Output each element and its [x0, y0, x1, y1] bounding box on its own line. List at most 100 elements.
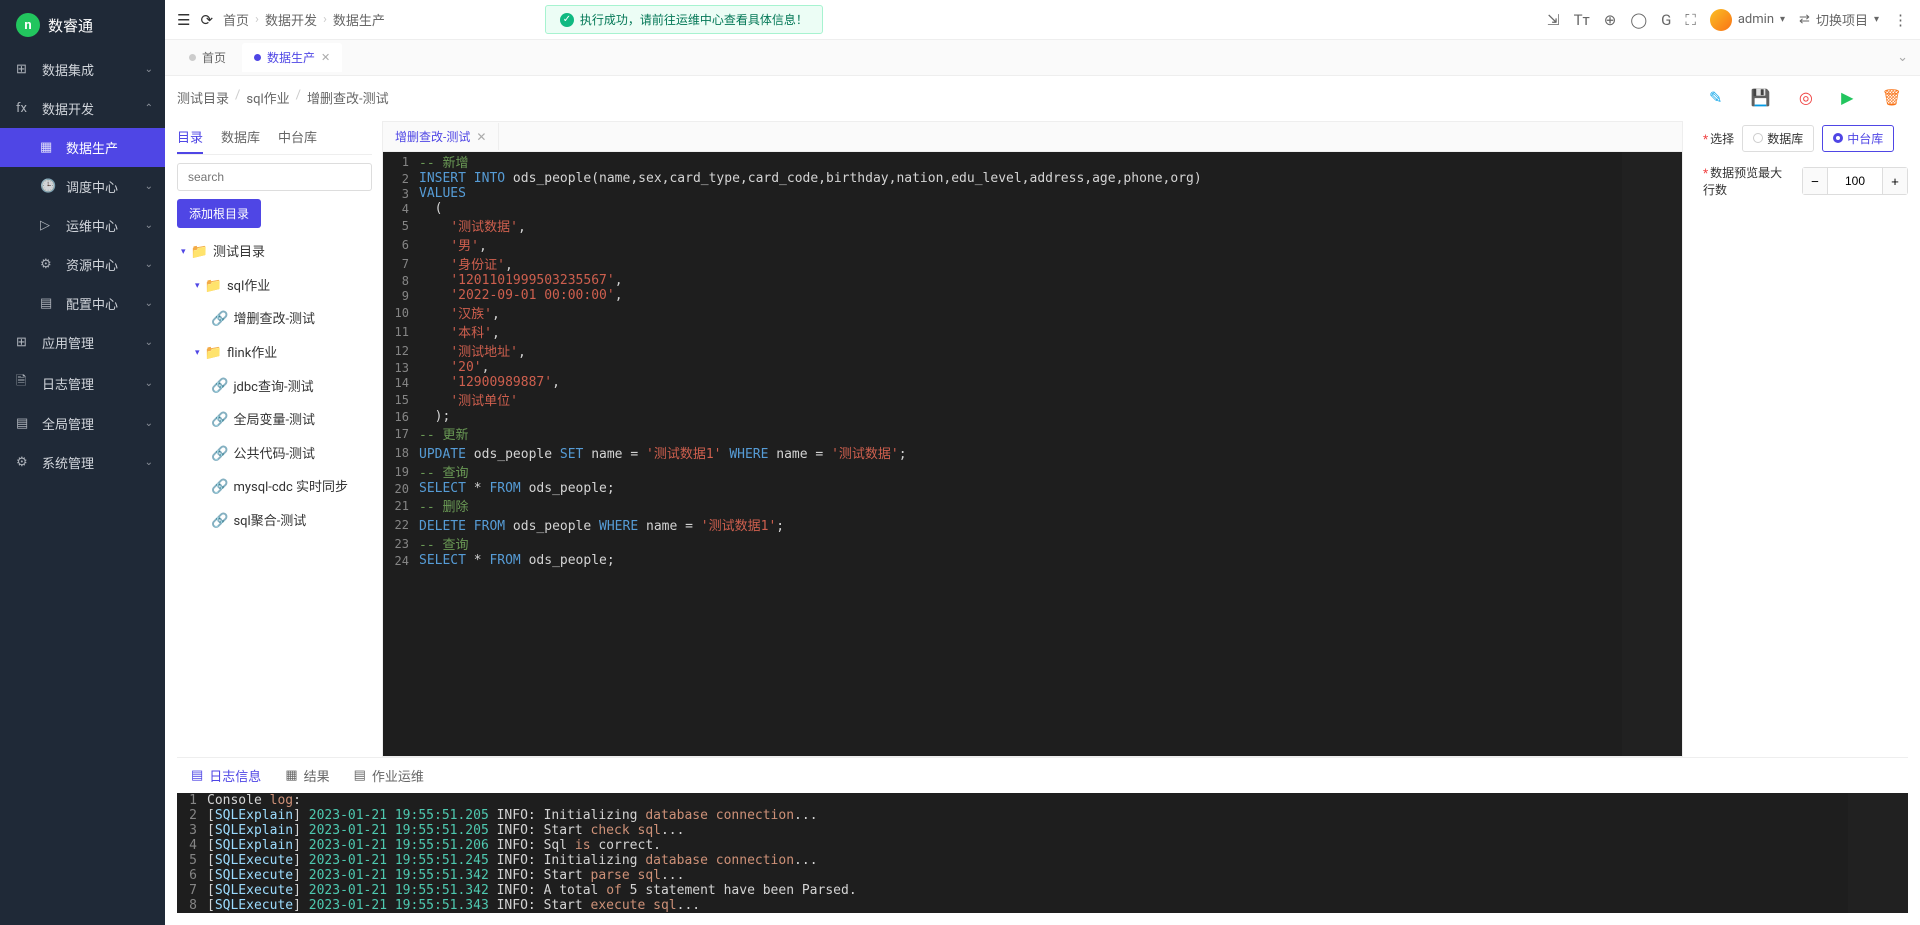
expand-tabs-icon[interactable]: ⌄: [1897, 50, 1908, 65]
code-line[interactable]: -- 新增: [419, 152, 1682, 171]
export-icon[interactable]: ⇲: [1547, 11, 1560, 29]
code-line[interactable]: SELECT * FROM ods_people;: [419, 481, 1682, 496]
close-icon[interactable]: ✕: [476, 130, 486, 144]
more-icon[interactable]: ⋮: [1893, 11, 1908, 29]
console[interactable]: 1Console log:2[SQLExplain] 2023-01-21 19…: [177, 793, 1908, 913]
max-rows-input[interactable]: [1827, 168, 1883, 194]
close-icon[interactable]: ✕: [321, 51, 330, 64]
panel-tab-database[interactable]: 数据库: [221, 121, 260, 154]
code-line[interactable]: '12900989887',: [419, 375, 1682, 390]
bottom-tab-log[interactable]: ▤日志信息: [191, 766, 261, 785]
sidebar-item[interactable]: ⊞应用管理⌄: [0, 323, 165, 362]
sidebar-item[interactable]: ⊞数据集成⌄: [0, 50, 165, 89]
code-line[interactable]: '男',: [419, 235, 1682, 254]
crumb[interactable]: 测试目录: [177, 88, 229, 107]
code-line[interactable]: '身份证',: [419, 254, 1682, 273]
max-rows-stepper[interactable]: − +: [1802, 167, 1908, 195]
menu-icon: ▤: [40, 296, 56, 311]
code-line[interactable]: '1201101999503235567',: [419, 273, 1682, 288]
crumb[interactable]: sql作业: [246, 88, 289, 107]
code-line[interactable]: '测试单位': [419, 390, 1682, 409]
code-line[interactable]: INSERT INTO ods_people(name,sex,card_typ…: [419, 171, 1682, 186]
sidebar-subitem[interactable]: ▤配置中心⌄: [0, 284, 165, 323]
gitee-icon[interactable]: G: [1661, 11, 1671, 29]
radio-database[interactable]: 数据库: [1742, 125, 1814, 152]
tree-file[interactable]: 🔗sql聚合-测试: [177, 505, 372, 539]
code-line[interactable]: '测试地址',: [419, 341, 1682, 360]
tree-file[interactable]: 🔗全局变量-测试: [177, 404, 372, 438]
tree-file[interactable]: 🔗公共代码-测试: [177, 438, 372, 472]
sidebar-item[interactable]: ⚙系统管理⌄: [0, 443, 165, 482]
breadcrumb: 首页› 数据开发› 数据生产: [223, 10, 385, 29]
crumb[interactable]: 增删查改-测试: [307, 88, 389, 107]
code-line[interactable]: '本科',: [419, 322, 1682, 341]
code-editor[interactable]: 1-- 新增2INSERT INTO ods_people(name,sex,c…: [383, 152, 1682, 756]
sidebar-item[interactable]: fx数据开发⌃: [0, 89, 165, 128]
user-menu[interactable]: admin ▾: [1710, 9, 1785, 31]
code-line[interactable]: DELETE FROM ods_people WHERE name = '测试数…: [419, 515, 1682, 534]
panel-tab-middle[interactable]: 中台库: [278, 121, 317, 154]
page-tab-home[interactable]: 首页: [177, 43, 238, 72]
sidebar-subitem[interactable]: ▦数据生产: [0, 128, 165, 167]
collapse-icon[interactable]: ☰: [177, 11, 190, 29]
project-switcher[interactable]: ⇄ 切换项目 ▾: [1799, 10, 1879, 29]
file-tab[interactable]: 增删查改-测试 ✕: [383, 123, 499, 150]
sidebar-item[interactable]: ▤全局管理⌄: [0, 404, 165, 443]
fullscreen-icon[interactable]: ⛶: [1685, 11, 1696, 29]
line-number: 8: [177, 898, 207, 913]
sidebar-subitem[interactable]: ▷运维中心⌄: [0, 206, 165, 245]
code-line[interactable]: VALUES: [419, 186, 1682, 201]
app-logo[interactable]: n 数睿通: [0, 0, 165, 50]
radio-middle[interactable]: 中台库: [1822, 125, 1894, 152]
format-icon[interactable]: ✎: [1709, 88, 1722, 107]
code-line[interactable]: -- 删除: [419, 496, 1682, 515]
bottom-tab-ops[interactable]: ▤作业运维: [354, 766, 424, 785]
crumb[interactable]: 数据生产: [333, 10, 385, 29]
github-icon[interactable]: ◯: [1630, 11, 1647, 29]
delete-icon[interactable]: 🗑: [1882, 88, 1902, 107]
code-line[interactable]: -- 查询: [419, 462, 1682, 481]
tree-file[interactable]: 🔗增删查改-测试: [177, 303, 372, 337]
code-line[interactable]: '汉族',: [419, 303, 1682, 322]
tree-folder[interactable]: ▾📁sql作业: [177, 270, 372, 304]
left-panel: 目录 数据库 中台库 添加根目录 ▾📁测试目录▾📁sql作业🔗增删查改-测试▾📁…: [177, 121, 372, 757]
language-icon[interactable]: ⊕: [1604, 11, 1617, 29]
minimap[interactable]: [1622, 152, 1682, 756]
code-line[interactable]: '2022-09-01 00:00:00',: [419, 288, 1682, 303]
decrement-button[interactable]: −: [1803, 168, 1827, 194]
code-line[interactable]: '测试数据',: [419, 216, 1682, 235]
increment-button[interactable]: +: [1883, 168, 1907, 194]
tree-folder[interactable]: ▾📁测试目录: [177, 236, 372, 270]
tree-folder[interactable]: ▾📁flink作业: [177, 337, 372, 371]
refresh-icon[interactable]: ⟳: [200, 11, 213, 29]
menu-label: 系统管理: [42, 453, 94, 472]
code-line[interactable]: '20',: [419, 360, 1682, 375]
code-line[interactable]: -- 更新: [419, 424, 1682, 443]
add-root-button[interactable]: 添加根目录: [177, 199, 261, 228]
username: admin: [1738, 12, 1774, 27]
folder-icon: 📁: [191, 236, 208, 270]
page-tab-active[interactable]: 数据生产 ✕: [242, 43, 342, 72]
bottom-tab-result[interactable]: ▦结果: [285, 766, 329, 785]
code-line[interactable]: UPDATE ods_people SET name = '测试数据1' WHE…: [419, 443, 1682, 462]
sidebar-item[interactable]: 🗎日志管理⌄: [0, 362, 165, 404]
crumb[interactable]: 数据开发: [265, 10, 317, 29]
code-line[interactable]: SELECT * FROM ods_people;: [419, 553, 1682, 568]
crumb[interactable]: 首页: [223, 10, 249, 29]
tree-file[interactable]: 🔗mysql-cdc 实时同步: [177, 471, 372, 505]
run-icon[interactable]: ▶: [1841, 88, 1853, 107]
code-line[interactable]: );: [419, 409, 1682, 424]
line-number: 4: [177, 838, 207, 853]
tree-file[interactable]: 🔗jdbc查询-测试: [177, 370, 372, 404]
tree-label: mysql-cdc 实时同步: [233, 472, 348, 503]
search-input[interactable]: [177, 163, 372, 191]
sidebar-subitem[interactable]: ⚙资源中心⌄: [0, 245, 165, 284]
save-icon[interactable]: 💾: [1751, 88, 1771, 107]
text-size-icon[interactable]: Tт: [1574, 11, 1590, 29]
panel-tab-directory[interactable]: 目录: [177, 121, 203, 154]
code-line[interactable]: (: [419, 201, 1682, 216]
code-line[interactable]: -- 查询: [419, 534, 1682, 553]
console-minimap[interactable]: [1848, 793, 1908, 913]
sidebar-subitem[interactable]: 🕒调度中心⌄: [0, 167, 165, 206]
target-icon[interactable]: ◎: [1799, 88, 1813, 107]
